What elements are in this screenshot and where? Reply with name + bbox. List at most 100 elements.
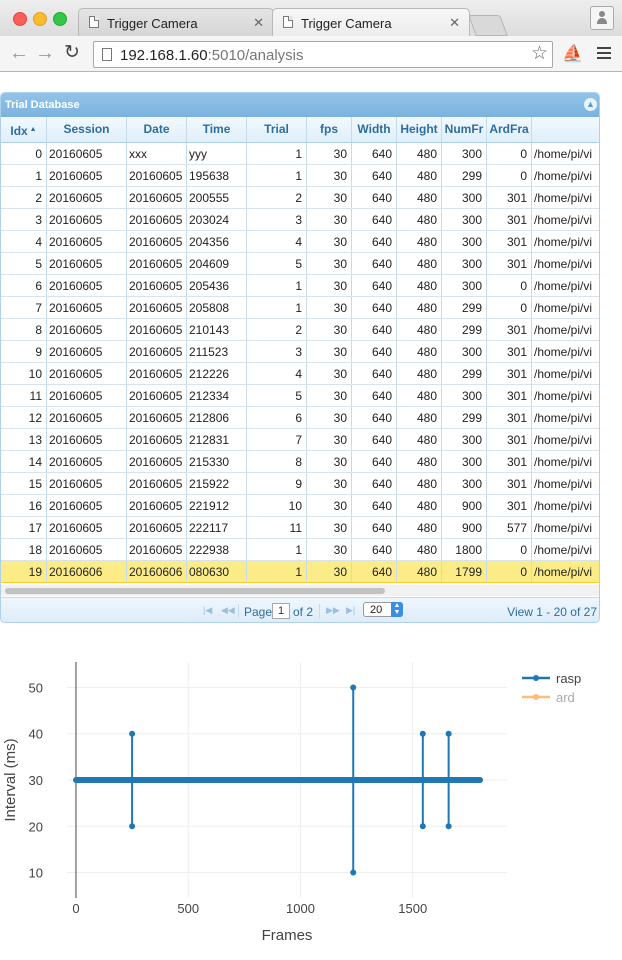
scrollbar-thumb[interactable] bbox=[5, 588, 385, 594]
table-row[interactable]: 4 20160605 20160605 204356 4 30 640 480 300 301/h… bbox=[1, 231, 599, 253]
column-header-idx[interactable]: Idx ▲ bbox=[1, 117, 47, 142]
close-tab-icon[interactable]: ✕ bbox=[449, 15, 460, 31]
page-info-icon[interactable] bbox=[102, 48, 112, 61]
chevron-up-icon[interactable]: ▲ bbox=[584, 98, 597, 111]
next-page-icon[interactable]: ▶▶ bbox=[326, 605, 340, 616]
table-cell: 301 bbox=[487, 363, 532, 384]
table-cell: 300 bbox=[442, 143, 487, 164]
table-row[interactable]: 9 20160605 20160605 211523 3 30 640 480 300 301/h… bbox=[1, 341, 599, 363]
table-cell: 30 bbox=[307, 187, 352, 208]
hamburger-menu-icon[interactable] bbox=[597, 47, 611, 62]
table-cell: 5 bbox=[247, 253, 307, 274]
table-row[interactable]: 7 20160605 20160605 205808 1 30 640 480 299 0/hom… bbox=[1, 297, 599, 319]
column-header-time[interactable]: Time bbox=[187, 117, 247, 142]
forward-arrow-icon[interactable]: → bbox=[35, 43, 55, 63]
table-cell: 640 bbox=[352, 517, 397, 538]
table-cell: 20160606 bbox=[47, 561, 127, 582]
rows-per-page-select[interactable]: 20 ▲ ▼ bbox=[363, 602, 403, 617]
column-header-session[interactable]: Session bbox=[47, 117, 127, 142]
column-header-fps[interactable]: fps bbox=[307, 117, 352, 142]
first-page-icon[interactable]: |◀ bbox=[203, 605, 212, 616]
url-text[interactable]: 192.168.1.60:5010/analysis bbox=[120, 47, 304, 64]
table-cell: 30 bbox=[307, 209, 352, 230]
table-row[interactable]: 15 20160605 20160605 215922 9 30 640 480 300 301/… bbox=[1, 473, 599, 495]
address-bar[interactable]: 192.168.1.60:5010/analysis ☆ bbox=[93, 41, 553, 68]
new-tab-button[interactable] bbox=[468, 15, 508, 36]
column-header-width[interactable]: Width bbox=[352, 117, 397, 142]
table-cell: 1 bbox=[247, 539, 307, 560]
table-cell: 20160605 bbox=[47, 363, 127, 384]
table-row[interactable]: 19 20160606 20160606 080630 1 30 640 480 1799 0/h… bbox=[1, 561, 599, 583]
page-number-input[interactable]: 1 bbox=[272, 603, 290, 619]
table-cell: 20160605 bbox=[127, 539, 187, 560]
interval-plot[interactable]: 10203040500 500 1000 1500 Frames Interval (… bbox=[0, 640, 622, 960]
table-row[interactable]: 2 20160605 20160605 200555 2 30 640 480 300 301/h… bbox=[1, 187, 599, 209]
table-row[interactable]: 0 20160605 xxx yyy 1 30 640 480 300 0/home/pi/vi bbox=[1, 143, 599, 165]
browser-tab-1[interactable]: Trigger Camera ✕ bbox=[78, 8, 274, 36]
table-row[interactable]: 16 20160605 20160605 221912 10 30 640 480 900 301… bbox=[1, 495, 599, 517]
table-cell: 12 bbox=[1, 407, 47, 428]
column-header-ardfra[interactable]: ArdFra bbox=[487, 117, 532, 142]
profile-button[interactable] bbox=[590, 6, 614, 30]
rasp-point bbox=[350, 684, 357, 691]
zoom-window-button[interactable] bbox=[53, 12, 67, 26]
column-header-trial[interactable]: Trial bbox=[247, 117, 307, 142]
extension-icon[interactable]: ⛵ bbox=[562, 44, 583, 64]
trial-database-grid: Trial Database ▲ Idx ▲ Session Date Time Tri… bbox=[0, 92, 600, 623]
reload-icon[interactable]: ↻ bbox=[64, 43, 80, 63]
table-row[interactable]: 8 20160605 20160605 210143 2 30 640 480 299 301/h… bbox=[1, 319, 599, 341]
prev-page-icon[interactable]: ◀◀ bbox=[221, 605, 235, 616]
table-row[interactable]: 6 20160605 20160605 205436 1 30 640 480 300 0/hom… bbox=[1, 275, 599, 297]
table-row[interactable]: 14 20160605 20160605 215330 8 30 640 480 300 301/… bbox=[1, 451, 599, 473]
column-header-label: Trial bbox=[264, 122, 289, 136]
table-row[interactable]: 12 20160605 20160605 212806 6 30 640 480 299 301/… bbox=[1, 407, 599, 429]
table-row[interactable]: 3 20160605 20160605 203024 3 30 640 480 300 301/h… bbox=[1, 209, 599, 231]
table-cell: yyy bbox=[187, 143, 247, 164]
table-cell: 300 bbox=[442, 429, 487, 450]
y-tick-label: 20 bbox=[29, 819, 43, 834]
minimize-window-button[interactable] bbox=[33, 12, 47, 26]
bookmark-star-icon[interactable]: ☆ bbox=[531, 42, 548, 65]
sort-ascending-icon[interactable]: ▲ bbox=[28, 126, 37, 133]
table-cell: /home/pi/vi bbox=[532, 341, 599, 362]
table-row[interactable]: 17 20160605 20160605 222117 11 30 640 480 900 577… bbox=[1, 517, 599, 539]
table-cell: 3 bbox=[1, 209, 47, 230]
column-header-numfr[interactable]: NumFr bbox=[442, 117, 487, 142]
close-tab-icon[interactable]: ✕ bbox=[253, 15, 264, 31]
table-row[interactable]: 1 20160605 20160605 195638 1 30 640 480 299 0/hom… bbox=[1, 165, 599, 187]
table-row[interactable]: 11 20160605 20160605 212334 5 30 640 480 300 301/… bbox=[1, 385, 599, 407]
column-header-height[interactable]: Height bbox=[397, 117, 442, 142]
table-cell: 30 bbox=[307, 143, 352, 164]
table-cell: 480 bbox=[397, 363, 442, 384]
table-cell: 1 bbox=[247, 561, 307, 582]
table-cell: 19 bbox=[1, 561, 47, 582]
table-cell: 640 bbox=[352, 231, 397, 252]
column-header-label: fps bbox=[320, 122, 338, 136]
table-cell: 5 bbox=[1, 253, 47, 274]
table-cell: /home/pi/vi bbox=[532, 275, 599, 296]
table-cell: 480 bbox=[397, 385, 442, 406]
y-tick-label: 50 bbox=[29, 680, 43, 695]
table-cell: 20160605 bbox=[47, 517, 127, 538]
table-cell: 30 bbox=[307, 253, 352, 274]
y-tick-label: 30 bbox=[29, 773, 43, 788]
horizontal-scrollbar[interactable] bbox=[1, 585, 599, 596]
table-cell: 14 bbox=[1, 451, 47, 472]
table-row[interactable]: 10 20160605 20160605 212226 4 30 640 480 299 301/… bbox=[1, 363, 599, 385]
table-cell: 1 bbox=[1, 165, 47, 186]
column-header-path[interactable] bbox=[532, 117, 599, 142]
table-cell: 11 bbox=[247, 517, 307, 538]
table-cell: 20160605 bbox=[47, 473, 127, 494]
close-window-button[interactable] bbox=[13, 12, 27, 26]
column-header-date[interactable]: Date bbox=[127, 117, 187, 142]
browser-tab-2[interactable]: Trigger Camera ✕ bbox=[272, 8, 470, 36]
table-cell: /home/pi/vi bbox=[532, 187, 599, 208]
table-row[interactable]: 5 20160605 20160605 204609 5 30 640 480 300 301/h… bbox=[1, 253, 599, 275]
table-cell: 10 bbox=[1, 363, 47, 384]
back-arrow-icon[interactable]: ← bbox=[9, 43, 29, 63]
table-row[interactable]: 13 20160605 20160605 212831 7 30 640 480 300 301/… bbox=[1, 429, 599, 451]
table-cell: /home/pi/vi bbox=[532, 143, 599, 164]
last-page-icon[interactable]: ▶| bbox=[346, 605, 355, 616]
table-cell: 640 bbox=[352, 385, 397, 406]
table-row[interactable]: 18 20160605 20160605 222938 1 30 640 480 1800 0/h… bbox=[1, 539, 599, 561]
